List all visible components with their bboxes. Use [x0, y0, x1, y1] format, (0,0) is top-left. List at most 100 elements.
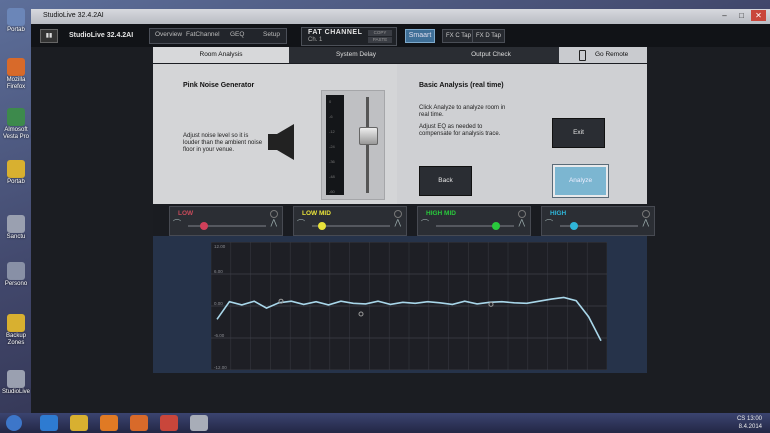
back-button[interactable]: Back — [419, 166, 472, 196]
smaart-button[interactable]: Smaart — [405, 29, 435, 43]
paste-button[interactable]: PASTE — [368, 37, 392, 43]
y-axis-label: 6.00 — [214, 269, 223, 274]
meter-tick: -12 — [329, 129, 335, 134]
eq-band-label: LOW MID — [302, 210, 331, 217]
basic-analysis-panel: Basic Analysis (real time) Click Analyze… — [397, 64, 647, 210]
language-indicator[interactable]: CS — [737, 416, 745, 422]
folder-icon — [7, 160, 25, 178]
firefox-icon — [7, 58, 25, 76]
shelf-icon[interactable]: ⌒ — [421, 218, 429, 229]
eq-band-frequency-knob[interactable] — [570, 222, 578, 230]
media-player-icon[interactable] — [100, 415, 118, 431]
speaker-icon — [268, 124, 294, 160]
desktop-icon-7[interactable]: StudioLive — [2, 370, 30, 396]
maximize-button[interactable]: □ — [734, 10, 749, 21]
eq-band-row: LOW ⌒ ⋀ LOW MID ⌒ ⋀ HIGH MID ⌒ ⋀ HIGH ⌒ ⋀ — [153, 204, 655, 236]
nav-geq[interactable]: GEQ — [230, 29, 244, 41]
analysis-instruction-2: Adjust EQ as needed to compensate for an… — [419, 124, 501, 137]
eq-band-label: HIGH MID — [426, 210, 456, 217]
portable-icon — [7, 8, 25, 26]
eq-band-low-mid[interactable]: LOW MID ⌒ ⋀ — [293, 206, 407, 236]
nav-fatchannel[interactable]: FatChannel — [186, 29, 220, 41]
fx-d-tap-button[interactable]: FX D Tap — [472, 29, 505, 43]
eq-band-label: HIGH — [550, 210, 567, 217]
firefox-icon[interactable] — [130, 415, 148, 431]
fat-channel-channel: Ch. 1 — [308, 37, 323, 43]
system-tray[interactable]: CS 13:00 8.4.2014 — [737, 415, 762, 431]
analysis-instruction-1: Click Analyze to analyze room in real ti… — [419, 105, 506, 118]
clock-date: 8.4.2014 — [738, 424, 762, 430]
desktop-icon-4[interactable]: Sanctu — [2, 215, 30, 241]
copy-button[interactable]: COPY — [368, 30, 392, 36]
desktop-icon-0[interactable]: Portab — [2, 8, 30, 34]
tab-room-analysis[interactable]: Room Analysis — [153, 47, 290, 63]
y-axis-label: -6.00 — [214, 333, 225, 338]
desktop-icon-1[interactable]: Mozilla Firefox — [2, 58, 30, 91]
eq-band-frequency-knob[interactable] — [200, 222, 208, 230]
meter-tick: -60 — [329, 189, 335, 194]
exit-button[interactable]: Exit — [552, 118, 605, 148]
nav-overview[interactable]: Overview — [155, 29, 182, 41]
start-orb-icon[interactable] — [6, 415, 22, 431]
pink-noise-title: Pink Noise Generator — [183, 82, 255, 89]
analyze-button[interactable]: Analyze — [552, 164, 609, 198]
room-analysis-panel: Pink Noise Generator Adjust noise level … — [153, 64, 647, 210]
app-icon — [7, 108, 25, 126]
app-window: StudioLive 32.4.2AI – □ ✕ ▮▮ StudioLive … — [31, 9, 770, 413]
desktop-icon-2[interactable]: Almosoft Vesta Pro — [2, 108, 30, 141]
nav-setup[interactable]: Setup — [263, 29, 280, 41]
window-titlebar[interactable]: StudioLive 32.4.2AI – □ ✕ — [31, 9, 770, 24]
clock-time: 13:00 — [746, 416, 762, 422]
peak-icon[interactable]: ⋀ — [642, 218, 649, 227]
meter-tick: -36 — [329, 159, 335, 164]
eq-band-slider-track — [436, 225, 514, 227]
peak-icon[interactable]: ⋀ — [394, 218, 401, 227]
fat-channel-selector[interactable]: FAT CHANNEL Ch. 1 COPY PASTE — [301, 27, 397, 46]
tab-system-delay[interactable]: System Delay — [289, 47, 424, 63]
desktop-icon-5[interactable]: Persono — [2, 262, 30, 288]
shelf-icon[interactable]: ⌒ — [545, 218, 553, 229]
y-axis-label: 12.00 — [214, 244, 226, 249]
noise-level-fader[interactable] — [359, 127, 378, 146]
shelf-icon[interactable]: ⌒ — [173, 218, 181, 229]
internet-explorer-icon[interactable] — [40, 415, 58, 431]
app-header: ▮▮ StudioLive 32.4.2AI Overview FatChann… — [31, 24, 770, 47]
tab-output-check[interactable]: Output Check — [423, 47, 560, 63]
close-button[interactable]: ✕ — [751, 10, 766, 21]
noise-level-control: 0 -6 -12 -24 -36 -48 -60 — [321, 90, 385, 200]
band-enable-icon[interactable] — [270, 210, 278, 218]
fat-channel-title: FAT CHANNEL — [308, 29, 363, 36]
app-icon — [7, 215, 25, 233]
device-name: StudioLive 32.4.2AI — [69, 32, 134, 39]
minimize-button[interactable]: – — [717, 10, 732, 21]
eq-band-low[interactable]: LOW ⌒ ⋀ — [169, 206, 283, 236]
peak-icon[interactable]: ⋀ — [270, 218, 277, 227]
eq-band-frequency-knob[interactable] — [492, 222, 500, 230]
file-explorer-icon[interactable] — [70, 415, 88, 431]
eq-band-frequency-knob[interactable] — [318, 222, 326, 230]
go-remote-button[interactable]: Go Remote — [559, 47, 647, 63]
meter-tick: -24 — [329, 144, 335, 149]
phone-icon — [579, 50, 586, 61]
band-enable-icon[interactable] — [394, 210, 402, 218]
y-axis-label: -12.00 — [214, 365, 227, 370]
meter-tick: -48 — [329, 174, 335, 179]
meter-tick: -6 — [329, 114, 333, 119]
pink-noise-instruction: Adjust noise level so it is louder than … — [183, 133, 263, 153]
fx-c-tap-button[interactable]: FX C Tap — [442, 29, 475, 43]
peak-icon[interactable]: ⋀ — [518, 218, 525, 227]
band-enable-icon[interactable] — [518, 210, 526, 218]
desktop-icon-3[interactable]: Portab — [2, 160, 30, 186]
eq-band-high[interactable]: HIGH ⌒ ⋀ — [541, 206, 655, 236]
desktop-icon-6[interactable]: Backup Zones — [2, 314, 30, 347]
app-icon — [7, 370, 25, 388]
tab-bar: Room Analysis System Delay Output Check … — [153, 47, 647, 63]
shelf-icon[interactable]: ⌒ — [297, 218, 305, 229]
level-meter: 0 -6 -12 -24 -36 -48 -60 — [326, 95, 344, 195]
app-icon — [7, 262, 25, 280]
studiolive-icon[interactable] — [190, 415, 208, 431]
eq-band-high-mid[interactable]: HIGH MID ⌒ ⋀ — [417, 206, 531, 236]
y-axis-label: 0.00 — [214, 301, 223, 306]
band-enable-icon[interactable] — [642, 210, 650, 218]
chrome-icon[interactable] — [160, 415, 178, 431]
